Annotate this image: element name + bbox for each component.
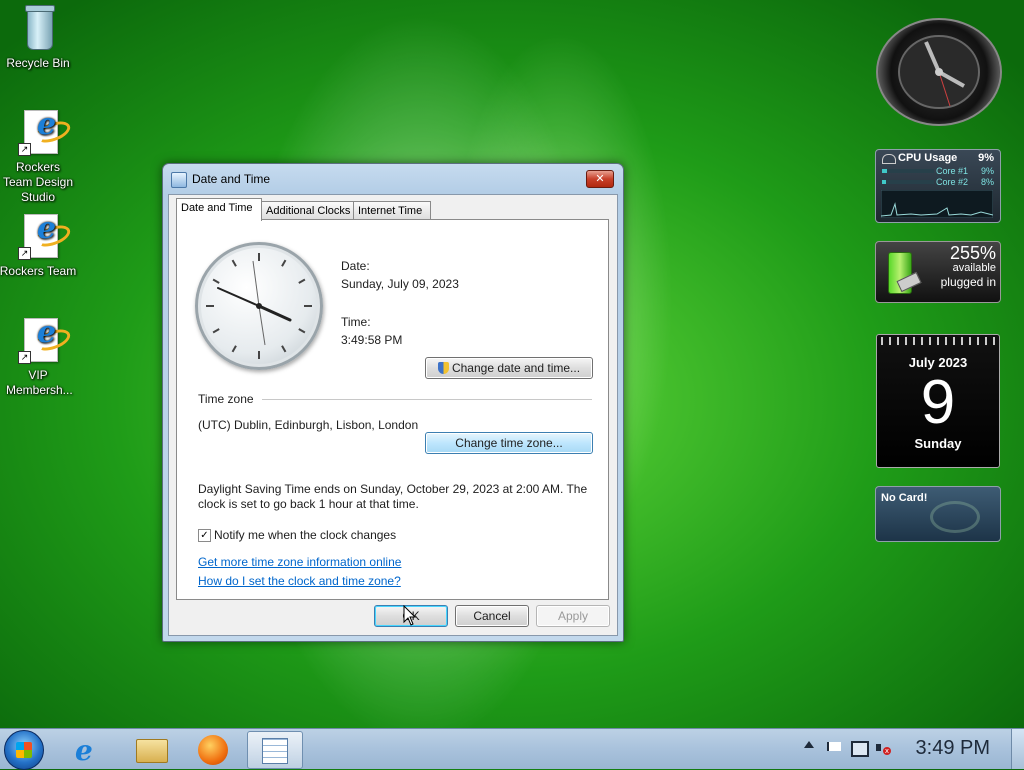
change-time-zone-button[interactable]: Change time zone... bbox=[425, 432, 593, 454]
cancel-button[interactable]: Cancel bbox=[455, 605, 529, 627]
link-more-time-zone-info[interactable]: Get more time zone information online bbox=[198, 555, 401, 569]
time-zone-value: (UTC) Dublin, Edinburgh, Lisbon, London bbox=[198, 418, 419, 432]
internet-explorer-icon: e ↗ bbox=[16, 110, 73, 158]
core2-bar-fill bbox=[882, 180, 887, 184]
cpu-title: CPU Usage bbox=[898, 152, 958, 164]
dst-info-line-2: clock is set to go back 1 hour at that t… bbox=[198, 497, 419, 511]
network-icon[interactable] bbox=[851, 741, 869, 757]
desktop-icon-label: VIP Membersh... bbox=[6, 368, 73, 397]
dialog-client: Date and Time Additional Clocks Internet… bbox=[168, 194, 618, 636]
calendar-weekday: Sunday bbox=[914, 436, 962, 451]
taskbar-media-player[interactable] bbox=[186, 731, 240, 767]
internet-explorer-icon: e ↗ bbox=[16, 318, 73, 366]
desktop-icon-vip-membership[interactable]: e ↗ VIP Membersh... bbox=[0, 318, 78, 398]
desktop-icon-recycle-bin[interactable]: Recycle Bin bbox=[0, 5, 78, 71]
windows-logo-icon bbox=[16, 742, 32, 758]
calendar-day: 9 bbox=[920, 368, 956, 437]
apply-button[interactable]: Apply bbox=[536, 605, 610, 627]
calendar-rings-icon bbox=[881, 337, 995, 345]
tab-additional-clocks[interactable]: Additional Clocks bbox=[261, 201, 355, 220]
calendar-clock-icon bbox=[262, 738, 288, 764]
mouse-pointer-icon bbox=[403, 605, 417, 626]
card-eye-logo-icon bbox=[930, 501, 980, 533]
change-date-time-button[interactable]: Change date and time... bbox=[425, 357, 593, 379]
desktop-icon-label: Recycle Bin bbox=[6, 56, 70, 70]
taskbar-date-and-time[interactable] bbox=[247, 731, 303, 769]
cpu-usage-gadget[interactable]: CPU Usage 9% Core #1 9% Core #2 8% bbox=[875, 149, 1001, 223]
card-status: No Card! bbox=[881, 492, 928, 504]
tab-date-and-time[interactable]: Date and Time bbox=[176, 198, 262, 221]
graphics-card-gadget[interactable]: No Card! bbox=[875, 486, 1001, 542]
notify-label: Notify me when the clock changes bbox=[214, 528, 397, 542]
cpu-gauge-icon bbox=[882, 154, 896, 164]
window-title: Date and Time bbox=[192, 172, 271, 186]
close-button[interactable]: ✕ bbox=[586, 170, 614, 188]
core2-label: Core #2 bbox=[936, 177, 969, 187]
core2-value: 8% bbox=[980, 177, 994, 187]
link-how-to-set-clock[interactable]: How do I set the clock and time zone? bbox=[198, 574, 401, 588]
calendar-gadget[interactable]: July 2023 9 Sunday bbox=[876, 334, 1000, 468]
title-bar[interactable]: Date and Time ✕ bbox=[163, 164, 623, 194]
dst-info-line-1: Daylight Saving Time ends on Sunday, Oct… bbox=[198, 482, 588, 496]
desktop-icon-label: Rockers Team Design Studio bbox=[2, 160, 74, 204]
taskbar: e x 3:49 PM bbox=[0, 728, 1024, 770]
date-time-dialog: Date and Time ✕ Date and Time Additional… bbox=[162, 163, 624, 642]
cpu-total: 9% bbox=[978, 152, 994, 164]
desktop-icon-label: Rockers Team bbox=[0, 264, 77, 278]
date-value: Sunday, July 09, 2023 bbox=[341, 277, 459, 291]
clock-gadget-face-icon bbox=[898, 35, 980, 109]
internet-explorer-icon: e ↗ bbox=[16, 214, 73, 262]
time-label: Time: bbox=[341, 315, 371, 329]
uac-shield-icon bbox=[437, 362, 449, 374]
start-button[interactable] bbox=[4, 730, 44, 770]
volume-muted-icon[interactable]: x bbox=[876, 740, 891, 756]
core1-bar-fill bbox=[882, 169, 887, 173]
core1-value: 9% bbox=[980, 166, 994, 176]
taskbar-windows-explorer[interactable] bbox=[124, 731, 178, 767]
core2-bar bbox=[882, 180, 934, 184]
desktop-icon-rockers-team[interactable]: e ↗ Rockers Team bbox=[0, 214, 78, 279]
date-label: Date: bbox=[341, 259, 370, 273]
change-date-time-label: Change date and time... bbox=[451, 361, 581, 375]
action-center-flag-icon[interactable] bbox=[827, 742, 841, 751]
battery-percent: 255% bbox=[949, 243, 996, 263]
time-value: 3:49:58 PM bbox=[341, 333, 403, 347]
tab-panel: Date: Sunday, July 09, 2023 Time: 3:49:5… bbox=[176, 219, 609, 600]
battery-status-available: available bbox=[952, 262, 996, 274]
time-zone-divider bbox=[262, 399, 592, 400]
taskbar-clock[interactable]: 3:49 PM bbox=[916, 737, 990, 760]
taskbar-internet-explorer[interactable]: e bbox=[62, 731, 116, 767]
battery-gadget[interactable]: 255% available plugged in bbox=[875, 241, 1001, 303]
folder-icon bbox=[136, 739, 168, 763]
recycle-bin-icon bbox=[16, 5, 60, 54]
calendar-icon bbox=[171, 172, 187, 188]
tab-internet-time[interactable]: Internet Time bbox=[353, 201, 431, 220]
desktop-icon-rockers-team-design-studio[interactable]: e ↗ Rockers Team Design Studio bbox=[0, 110, 78, 205]
notify-checkbox[interactable]: ✓ bbox=[198, 529, 211, 542]
clock-gadget[interactable] bbox=[876, 18, 1002, 126]
internet-explorer-icon: e bbox=[75, 734, 93, 767]
media-player-icon bbox=[198, 735, 228, 765]
analog-clock bbox=[195, 242, 323, 370]
time-zone-heading: Time zone bbox=[198, 392, 254, 406]
show-desktop-button[interactable] bbox=[1011, 729, 1024, 769]
clock-face-icon bbox=[206, 253, 312, 359]
cpu-history-graph bbox=[881, 190, 993, 218]
core1-bar bbox=[882, 169, 934, 173]
show-hidden-icons-arrow-icon[interactable] bbox=[804, 741, 814, 748]
core1-label: Core #1 bbox=[936, 166, 969, 176]
battery-status-plugged-in: plugged in bbox=[940, 275, 996, 289]
